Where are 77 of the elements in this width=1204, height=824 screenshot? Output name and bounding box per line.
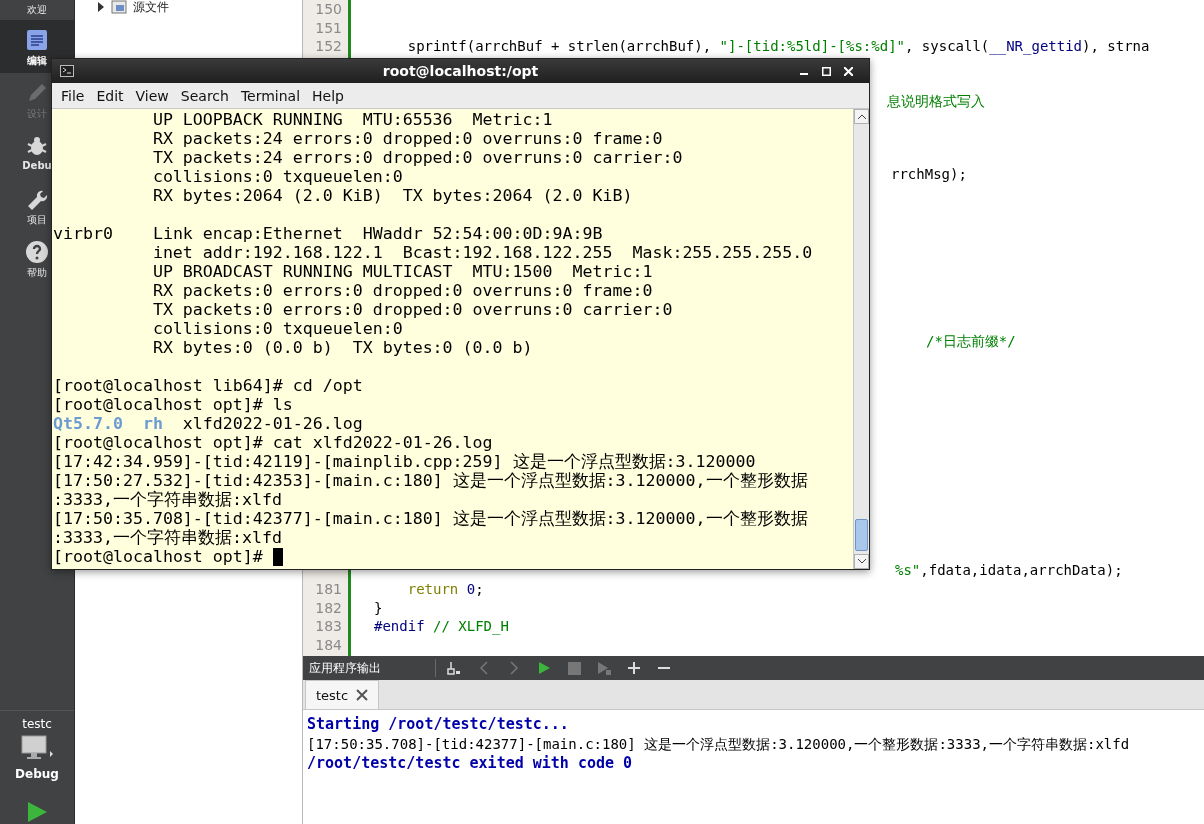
terminal-line: [root@localhost opt]# cat xlfd2022-01-26.log [53, 433, 493, 452]
terminal-line: [17:50:35.708]-[tid:42377]-[main.c:180] 这是一个浮点型数据:3.120000,一个整形数据 [53, 509, 808, 528]
expand-arrow-icon[interactable] [97, 2, 105, 12]
directory-name: Qt5.7.0 [53, 414, 123, 433]
code-line: %s",fdata,idata,arrchData); [895, 562, 1123, 579]
terminal-line: virbr0 Link encap:Ethernet HWaddr 52:54:00:0D:9A:9B [53, 224, 603, 243]
terminal-line: :3333,一个字符串数据:xlfd [53, 490, 282, 509]
minus-icon[interactable] [657, 666, 671, 670]
terminal-line: RX packets:0 errors:0 dropped:0 overruns:0 frame:0 [152, 281, 653, 300]
terminal-line: [root@localhost opt]# ls [53, 395, 293, 414]
line-number: 151 [315, 19, 342, 36]
line-number: 181 [315, 581, 342, 598]
mode-label[interactable]: 帮助 [27, 266, 47, 280]
mode-label[interactable]: Debu [22, 160, 52, 171]
menu-item[interactable]: Help [306, 87, 350, 104]
terminal-line: UP LOOPBACK RUNNING MTU:65536 Metric:1 [152, 110, 553, 129]
line-number: 183 [315, 618, 342, 635]
mode-label[interactable]: 编辑 [27, 54, 47, 68]
broom-icon[interactable] [447, 661, 461, 675]
terminal-line: TX packets:24 errors:0 dropped:0 overruns:0 carrier:0 [152, 148, 683, 167]
cursor [272, 547, 283, 566]
window-title: root@localhost:/opt [382, 63, 539, 79]
scrollbar[interactable] [853, 109, 869, 569]
output-line: Starting /root/testc/testc... [307, 715, 569, 733]
terminal-line: :3333,一个字符串数据:xlfd [53, 528, 282, 547]
code-line: #endif // XLFD_H [374, 618, 509, 635]
menu-item[interactable]: View [129, 87, 175, 104]
output-line: [17:50:35.708]-[tid:42377]-[main.c:180] 这是一个浮点型数据:3.120000,一个整形数据:3333,一个字符串数据:xlfd [307, 735, 1130, 752]
code-line: rrchMsg); [891, 166, 967, 183]
terminal-line: collisions:0 txqueuelen:0 [152, 167, 403, 186]
menu-item[interactable]: Search [174, 87, 235, 104]
menu-item[interactable]: File [55, 87, 91, 104]
menu-item[interactable]: Terminal [234, 87, 307, 104]
build-config: Debug [15, 767, 59, 781]
terminal-icon [60, 65, 74, 77]
code-line: return 0; [406, 581, 484, 598]
code-line: } [374, 599, 383, 616]
plus-icon[interactable] [627, 661, 641, 675]
directory-name: rh [142, 414, 163, 433]
output-line: /root/testc/testc exited with code 0 [307, 754, 633, 772]
terminal-line: [17:42:34.959]-[tid:42119]-[mainplib.cpp:259] 这是一个浮点型数据:3.120000 [53, 452, 756, 471]
terminal-line: [17:50:27.532]-[tid:42353]-[main.c:180] 这是一个浮点型数据:3.120000,一个整形数据 [53, 471, 808, 490]
output-tab[interactable]: testc [305, 680, 380, 709]
tree-item[interactable]: 源文件 [133, 0, 169, 16]
line-number: 152 [315, 38, 342, 55]
document-icon [25, 28, 49, 52]
terminal-line: RX bytes:2064 (2.0 KiB) TX bytes:2064 (2.0 KiB) [152, 186, 633, 205]
mode-label[interactable]: 欢迎 [27, 3, 47, 17]
folder-icon [111, 0, 127, 14]
terminal-prompt: [root@localhost opt]# [53, 547, 263, 566]
terminal-line: TX packets:0 errors:0 dropped:0 overruns:0 carrier:0 [152, 300, 673, 319]
menu-item[interactable]: Edit [90, 87, 130, 104]
line-number: 182 [315, 599, 342, 616]
help-icon [25, 240, 49, 264]
close-icon[interactable] [356, 689, 369, 701]
terminal-line: [root@localhost lib64]# cd /opt [53, 376, 363, 395]
terminal-line: inet addr:192.168.122.1 Bcast:192.168.122.255 Mask:255.255.255.0 [152, 243, 813, 262]
code-line: sprintf(arrchBuf + strlen(arrchBuf), "]-[tid:%5ld]-[%s:%d]", syscall(__NR_gettid), strna [406, 38, 1150, 55]
terminal-line: collisions:0 txqueuelen:0 [152, 319, 403, 338]
run-icon[interactable] [26, 801, 48, 823]
file-name: xlfd2022-01-26.log [182, 414, 363, 433]
code-line: 息说明格式写入 [887, 93, 985, 110]
scroll-thumb[interactable] [855, 519, 868, 551]
scroll-up-icon[interactable] [857, 114, 866, 119]
maximize-icon[interactable] [821, 66, 831, 76]
project-name: testc [22, 717, 52, 731]
pane-title: 应用程序输出 [309, 659, 382, 677]
scroll-down-icon[interactable] [857, 559, 866, 564]
terminal-line: RX packets:24 errors:0 dropped:0 overruns:0 frame:0 [152, 129, 663, 148]
terminal-line: RX bytes:0 (0.0 b) TX bytes:0 (0.0 b) [152, 338, 533, 357]
line-number: 150 [315, 1, 342, 17]
terminal-line: UP BROADCAST RUNNING MULTICAST MTU:1500 Metric:1 [152, 262, 653, 281]
code-line: /*日志前缀*/ [926, 333, 1016, 350]
play-icon[interactable] [537, 661, 551, 675]
bug-icon [25, 134, 49, 158]
mode-label[interactable]: 项目 [27, 213, 47, 227]
line-number: 184 [315, 636, 342, 653]
